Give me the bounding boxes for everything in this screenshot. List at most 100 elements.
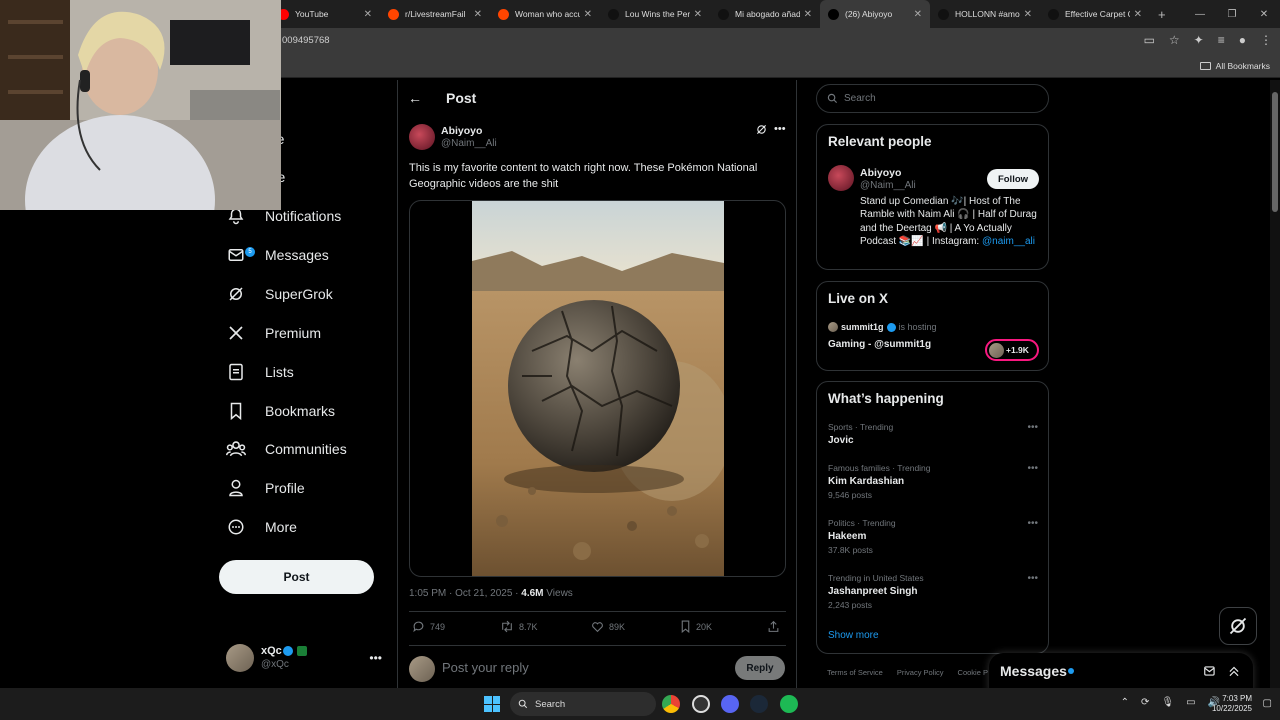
footer-link[interactable]: Privacy Policy xyxy=(897,668,944,677)
post-timestamp[interactable]: 1:05 PM · Oct 21, 2025 · xyxy=(409,588,521,599)
grok-icon xyxy=(226,284,246,304)
spotify-icon[interactable] xyxy=(780,695,798,713)
browser-tab[interactable]: Mi abogado añad ✕ xyxy=(710,0,820,28)
grok-icon[interactable] xyxy=(756,124,767,138)
taskbar-search[interactable]: Search xyxy=(510,692,656,716)
nav-profile[interactable]: Profile xyxy=(218,473,305,503)
scrollbar-thumb[interactable] xyxy=(1272,92,1278,212)
star-icon[interactable]: ☆ xyxy=(1169,33,1180,47)
more-dots-icon[interactable]: ••• xyxy=(1027,518,1038,529)
close-tab-icon[interactable]: ✕ xyxy=(694,9,702,20)
trend-item[interactable]: Trending in United States Jashanpreet Si… xyxy=(828,573,1038,610)
browser-tab[interactable]: YouTube ✕ xyxy=(270,0,380,28)
close-tab-icon[interactable]: ✕ xyxy=(1024,9,1032,20)
browser-tab[interactable]: Lou Wins the Perf ✕ xyxy=(600,0,710,28)
close-tab-icon[interactable]: ✕ xyxy=(474,9,482,20)
account-switcher[interactable]: xQc @xQc ••• xyxy=(226,644,386,674)
author-avatar[interactable] xyxy=(409,124,435,150)
trend-item[interactable]: Sports · Trending Jovic ••• xyxy=(828,422,1038,446)
reply-button[interactable]: Reply xyxy=(735,656,785,680)
more-dots-icon[interactable]: ••• xyxy=(1027,573,1038,584)
nav-more[interactable]: More xyxy=(218,512,297,542)
extensions-icon[interactable]: ✦ xyxy=(1194,33,1204,47)
display-icon[interactable]: ▭ xyxy=(1186,697,1195,708)
nav-premium[interactable]: Premium xyxy=(218,318,321,348)
search-box[interactable] xyxy=(816,84,1049,113)
close-tab-icon[interactable]: ✕ xyxy=(1134,9,1142,20)
nav-lists[interactable]: Lists xyxy=(218,357,294,387)
more-dots-icon[interactable]: ••• xyxy=(369,651,382,665)
grok-floating-button[interactable] xyxy=(1219,607,1257,645)
cast-icon[interactable]: ▭ xyxy=(1144,33,1155,47)
trend-item[interactable]: Politics · Trending Hakeem 37.8K posts •… xyxy=(828,518,1038,555)
nav-communities[interactable]: Communities xyxy=(218,434,347,464)
scrollbar[interactable] xyxy=(1270,80,1280,690)
profile-icon[interactable]: ● xyxy=(1239,33,1246,47)
browser-tab[interactable]: (26) Abiyoyo ✕ xyxy=(820,0,930,28)
back-arrow-icon[interactable]: ← xyxy=(408,90,422,106)
live-stream-title[interactable]: Gaming - @summit1g xyxy=(828,339,931,350)
browser-tab[interactable]: HOLLONN #amor ✕ xyxy=(930,0,1040,28)
follow-button[interactable]: Follow xyxy=(987,169,1039,189)
person-avatar[interactable] xyxy=(828,165,854,191)
chevron-up-icon[interactable]: ⌃ xyxy=(1121,697,1129,708)
bookmark-action[interactable]: 20K xyxy=(680,620,712,633)
live-listeners-pill[interactable]: +1.9K xyxy=(985,339,1039,361)
notification-bell-icon[interactable]: ▢ xyxy=(1263,698,1272,709)
trend-category: Sports · Trending xyxy=(828,422,894,432)
video-frame[interactable] xyxy=(472,201,724,576)
minimize-button[interactable]: — xyxy=(1184,9,1216,20)
reply-action[interactable]: 749 xyxy=(412,620,445,633)
more-dots-icon[interactable]: ••• xyxy=(1027,422,1038,433)
steam-icon[interactable] xyxy=(750,695,768,713)
person-name[interactable]: Abiyoyo xyxy=(860,167,901,179)
sync-icon[interactable]: ⟳ xyxy=(1141,697,1149,708)
start-button[interactable] xyxy=(484,696,500,712)
repost-action[interactable]: 8.7K xyxy=(500,620,538,633)
more-dots-icon[interactable]: ••• xyxy=(774,123,786,135)
all-bookmarks-button[interactable]: All Bookmarks xyxy=(1199,61,1270,71)
author-handle[interactable]: @Naim__Ali xyxy=(441,138,497,149)
browser-tab[interactable]: Woman who accu ✕ xyxy=(490,0,600,28)
microphone-icon[interactable]: 🎙 xyxy=(1161,697,1174,708)
maximize-button[interactable]: ❐ xyxy=(1216,9,1248,20)
person-handle[interactable]: @Naim__Ali xyxy=(860,180,916,191)
close-window-button[interactable]: ✕ xyxy=(1248,9,1280,20)
bio-link[interactable]: @naim__ali xyxy=(982,236,1035,247)
post-video[interactable] xyxy=(409,200,786,577)
close-tab-icon[interactable]: ✕ xyxy=(364,9,372,20)
post-button[interactable]: Post xyxy=(219,560,374,594)
close-tab-icon[interactable]: ✕ xyxy=(584,9,592,20)
close-tab-icon[interactable]: ✕ xyxy=(804,9,812,20)
clock[interactable]: 7:03 PM 10/22/2025 xyxy=(1212,694,1252,714)
trend-item[interactable]: Famous families · Trending Kim Kardashia… xyxy=(828,463,1038,500)
nav-bookmarks[interactable]: Bookmarks xyxy=(218,396,335,426)
share-action[interactable] xyxy=(767,620,785,633)
nav-messages[interactable]: 5 Messages xyxy=(218,240,329,270)
footer-link[interactable]: Terms of Service xyxy=(827,668,883,677)
close-tab-icon[interactable]: ✕ xyxy=(914,9,922,20)
menu-icon[interactable]: ⋮ xyxy=(1260,33,1272,47)
browser-tab[interactable]: Effective Carpet C ✕ xyxy=(1040,0,1150,28)
live-host[interactable]: summit1g is hosting xyxy=(828,322,937,332)
like-action[interactable]: 89K xyxy=(591,620,625,633)
show-more-link[interactable]: Show more xyxy=(828,630,879,641)
reading-list-icon[interactable]: ≡ xyxy=(1218,33,1225,47)
new-message-icon[interactable] xyxy=(1203,664,1217,678)
settings-icon[interactable] xyxy=(692,695,710,713)
search-input[interactable] xyxy=(844,93,1034,104)
reply-input[interactable]: Post your reply xyxy=(442,660,529,675)
more-dots-icon[interactable]: ••• xyxy=(1027,463,1038,474)
footer-link[interactable]: Cookie P xyxy=(958,668,988,677)
discord-icon[interactable] xyxy=(721,695,739,713)
new-tab-button[interactable]: + xyxy=(1158,7,1166,22)
live-on-x-card: Live on X summit1g is hosting Gaming - @… xyxy=(816,281,1049,371)
author-name[interactable]: Abiyoyo xyxy=(441,125,482,137)
nav-supergrok[interactable]: SuperGrok xyxy=(218,279,333,309)
browser-tab-title: r/LivestreamFail xyxy=(405,9,466,19)
messages-drawer[interactable]: Messages xyxy=(989,653,1253,693)
url-text[interactable]: 009495768 xyxy=(282,35,330,46)
expand-up-icon[interactable] xyxy=(1227,664,1241,678)
chrome-icon[interactable] xyxy=(662,695,680,713)
browser-tab[interactable]: r/LivestreamFail ✕ xyxy=(380,0,490,28)
